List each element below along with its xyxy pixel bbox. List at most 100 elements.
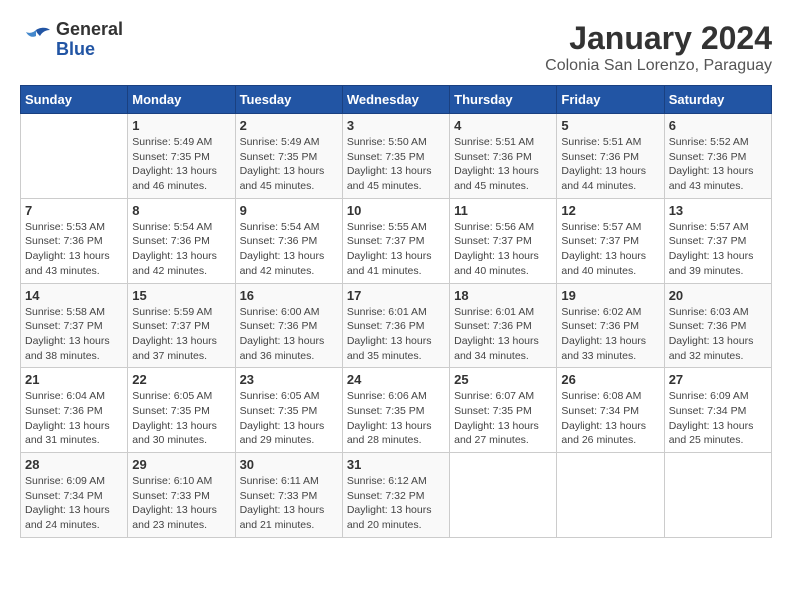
daylight-text: Daylight: 13 hours and 20 minutes. (347, 504, 432, 531)
week-row-4: 21 Sunrise: 6:04 AM Sunset: 7:36 PM Dayl… (21, 368, 772, 453)
sunset-text: Sunset: 7:36 PM (669, 320, 747, 332)
day-number: 19 (561, 288, 659, 303)
day-info: Sunrise: 6:07 AM Sunset: 7:35 PM Dayligh… (454, 389, 552, 448)
header-day-thursday: Thursday (450, 86, 557, 114)
day-cell: 3 Sunrise: 5:50 AM Sunset: 7:35 PM Dayli… (342, 114, 449, 199)
sunrise-text: Sunrise: 5:55 AM (347, 221, 427, 233)
day-cell: 8 Sunrise: 5:54 AM Sunset: 7:36 PM Dayli… (128, 198, 235, 283)
main-title: January 2024 (545, 20, 772, 57)
header-day-tuesday: Tuesday (235, 86, 342, 114)
day-cell: 7 Sunrise: 5:53 AM Sunset: 7:36 PM Dayli… (21, 198, 128, 283)
sunrise-text: Sunrise: 5:54 AM (132, 221, 212, 233)
day-cell (21, 114, 128, 199)
day-cell: 17 Sunrise: 6:01 AM Sunset: 7:36 PM Dayl… (342, 283, 449, 368)
sunrise-text: Sunrise: 6:01 AM (347, 306, 427, 318)
sunrise-text: Sunrise: 5:51 AM (454, 136, 534, 148)
sunrise-text: Sunrise: 5:57 AM (669, 221, 749, 233)
daylight-text: Daylight: 13 hours and 42 minutes. (132, 250, 217, 277)
day-info: Sunrise: 5:56 AM Sunset: 7:37 PM Dayligh… (454, 220, 552, 279)
sunset-text: Sunset: 7:35 PM (240, 151, 318, 163)
sunrise-text: Sunrise: 6:09 AM (669, 390, 749, 402)
day-info: Sunrise: 6:09 AM Sunset: 7:34 PM Dayligh… (25, 474, 123, 533)
sunrise-text: Sunrise: 6:02 AM (561, 306, 641, 318)
day-number: 9 (240, 203, 338, 218)
daylight-text: Daylight: 13 hours and 43 minutes. (669, 165, 754, 192)
daylight-text: Daylight: 13 hours and 27 minutes. (454, 420, 539, 447)
sunset-text: Sunset: 7:36 PM (240, 320, 318, 332)
day-number: 31 (347, 457, 445, 472)
day-cell: 5 Sunrise: 5:51 AM Sunset: 7:36 PM Dayli… (557, 114, 664, 199)
day-info: Sunrise: 6:04 AM Sunset: 7:36 PM Dayligh… (25, 389, 123, 448)
daylight-text: Daylight: 13 hours and 23 minutes. (132, 504, 217, 531)
day-info: Sunrise: 6:10 AM Sunset: 7:33 PM Dayligh… (132, 474, 230, 533)
day-info: Sunrise: 5:59 AM Sunset: 7:37 PM Dayligh… (132, 305, 230, 364)
day-cell: 12 Sunrise: 5:57 AM Sunset: 7:37 PM Dayl… (557, 198, 664, 283)
daylight-text: Daylight: 13 hours and 43 minutes. (25, 250, 110, 277)
sunset-text: Sunset: 7:36 PM (132, 235, 210, 247)
day-cell: 4 Sunrise: 5:51 AM Sunset: 7:36 PM Dayli… (450, 114, 557, 199)
sunrise-text: Sunrise: 6:11 AM (240, 475, 319, 487)
daylight-text: Daylight: 13 hours and 24 minutes. (25, 504, 110, 531)
day-cell: 6 Sunrise: 5:52 AM Sunset: 7:36 PM Dayli… (664, 114, 771, 199)
daylight-text: Daylight: 13 hours and 36 minutes. (240, 335, 325, 362)
sunset-text: Sunset: 7:35 PM (132, 405, 210, 417)
week-row-3: 14 Sunrise: 5:58 AM Sunset: 7:37 PM Dayl… (21, 283, 772, 368)
sunset-text: Sunset: 7:37 PM (132, 320, 210, 332)
sunrise-text: Sunrise: 6:12 AM (347, 475, 427, 487)
page-header: General Blue January 2024 Colonia San Lo… (20, 20, 772, 75)
sunset-text: Sunset: 7:36 PM (25, 235, 103, 247)
day-cell (450, 453, 557, 538)
day-number: 1 (132, 118, 230, 133)
week-row-1: 1 Sunrise: 5:49 AM Sunset: 7:35 PM Dayli… (21, 114, 772, 199)
day-info: Sunrise: 5:58 AM Sunset: 7:37 PM Dayligh… (25, 305, 123, 364)
header-day-wednesday: Wednesday (342, 86, 449, 114)
day-cell: 21 Sunrise: 6:04 AM Sunset: 7:36 PM Dayl… (21, 368, 128, 453)
day-info: Sunrise: 5:51 AM Sunset: 7:36 PM Dayligh… (454, 135, 552, 194)
sunset-text: Sunset: 7:34 PM (561, 405, 639, 417)
daylight-text: Daylight: 13 hours and 40 minutes. (454, 250, 539, 277)
day-cell: 31 Sunrise: 6:12 AM Sunset: 7:32 PM Dayl… (342, 453, 449, 538)
day-number: 16 (240, 288, 338, 303)
day-cell: 9 Sunrise: 5:54 AM Sunset: 7:36 PM Dayli… (235, 198, 342, 283)
day-number: 24 (347, 372, 445, 387)
sunrise-text: Sunrise: 5:56 AM (454, 221, 534, 233)
daylight-text: Daylight: 13 hours and 25 minutes. (669, 420, 754, 447)
daylight-text: Daylight: 13 hours and 26 minutes. (561, 420, 646, 447)
sunrise-text: Sunrise: 5:49 AM (240, 136, 320, 148)
day-number: 20 (669, 288, 767, 303)
day-cell: 16 Sunrise: 6:00 AM Sunset: 7:36 PM Dayl… (235, 283, 342, 368)
sunset-text: Sunset: 7:37 PM (347, 235, 425, 247)
day-cell: 2 Sunrise: 5:49 AM Sunset: 7:35 PM Dayli… (235, 114, 342, 199)
day-number: 21 (25, 372, 123, 387)
daylight-text: Daylight: 13 hours and 31 minutes. (25, 420, 110, 447)
week-row-2: 7 Sunrise: 5:53 AM Sunset: 7:36 PM Dayli… (21, 198, 772, 283)
daylight-text: Daylight: 13 hours and 33 minutes. (561, 335, 646, 362)
day-cell: 1 Sunrise: 5:49 AM Sunset: 7:35 PM Dayli… (128, 114, 235, 199)
day-info: Sunrise: 6:03 AM Sunset: 7:36 PM Dayligh… (669, 305, 767, 364)
day-number: 2 (240, 118, 338, 133)
sunset-text: Sunset: 7:36 PM (561, 320, 639, 332)
week-row-5: 28 Sunrise: 6:09 AM Sunset: 7:34 PM Dayl… (21, 453, 772, 538)
day-cell: 18 Sunrise: 6:01 AM Sunset: 7:36 PM Dayl… (450, 283, 557, 368)
day-info: Sunrise: 6:06 AM Sunset: 7:35 PM Dayligh… (347, 389, 445, 448)
sunset-text: Sunset: 7:35 PM (240, 405, 318, 417)
daylight-text: Daylight: 13 hours and 34 minutes. (454, 335, 539, 362)
sunset-text: Sunset: 7:36 PM (347, 320, 425, 332)
day-info: Sunrise: 6:11 AM Sunset: 7:33 PM Dayligh… (240, 474, 338, 533)
day-info: Sunrise: 5:52 AM Sunset: 7:36 PM Dayligh… (669, 135, 767, 194)
title-block: January 2024 Colonia San Lorenzo, Paragu… (545, 20, 772, 75)
day-number: 26 (561, 372, 659, 387)
day-info: Sunrise: 5:49 AM Sunset: 7:35 PM Dayligh… (240, 135, 338, 194)
day-info: Sunrise: 6:08 AM Sunset: 7:34 PM Dayligh… (561, 389, 659, 448)
sunrise-text: Sunrise: 5:53 AM (25, 221, 105, 233)
day-cell: 19 Sunrise: 6:02 AM Sunset: 7:36 PM Dayl… (557, 283, 664, 368)
day-number: 25 (454, 372, 552, 387)
sunset-text: Sunset: 7:37 PM (454, 235, 532, 247)
day-info: Sunrise: 5:51 AM Sunset: 7:36 PM Dayligh… (561, 135, 659, 194)
daylight-text: Daylight: 13 hours and 45 minutes. (454, 165, 539, 192)
day-number: 11 (454, 203, 552, 218)
day-info: Sunrise: 5:53 AM Sunset: 7:36 PM Dayligh… (25, 220, 123, 279)
day-number: 7 (25, 203, 123, 218)
sunrise-text: Sunrise: 6:06 AM (347, 390, 427, 402)
daylight-text: Daylight: 13 hours and 35 minutes. (347, 335, 432, 362)
